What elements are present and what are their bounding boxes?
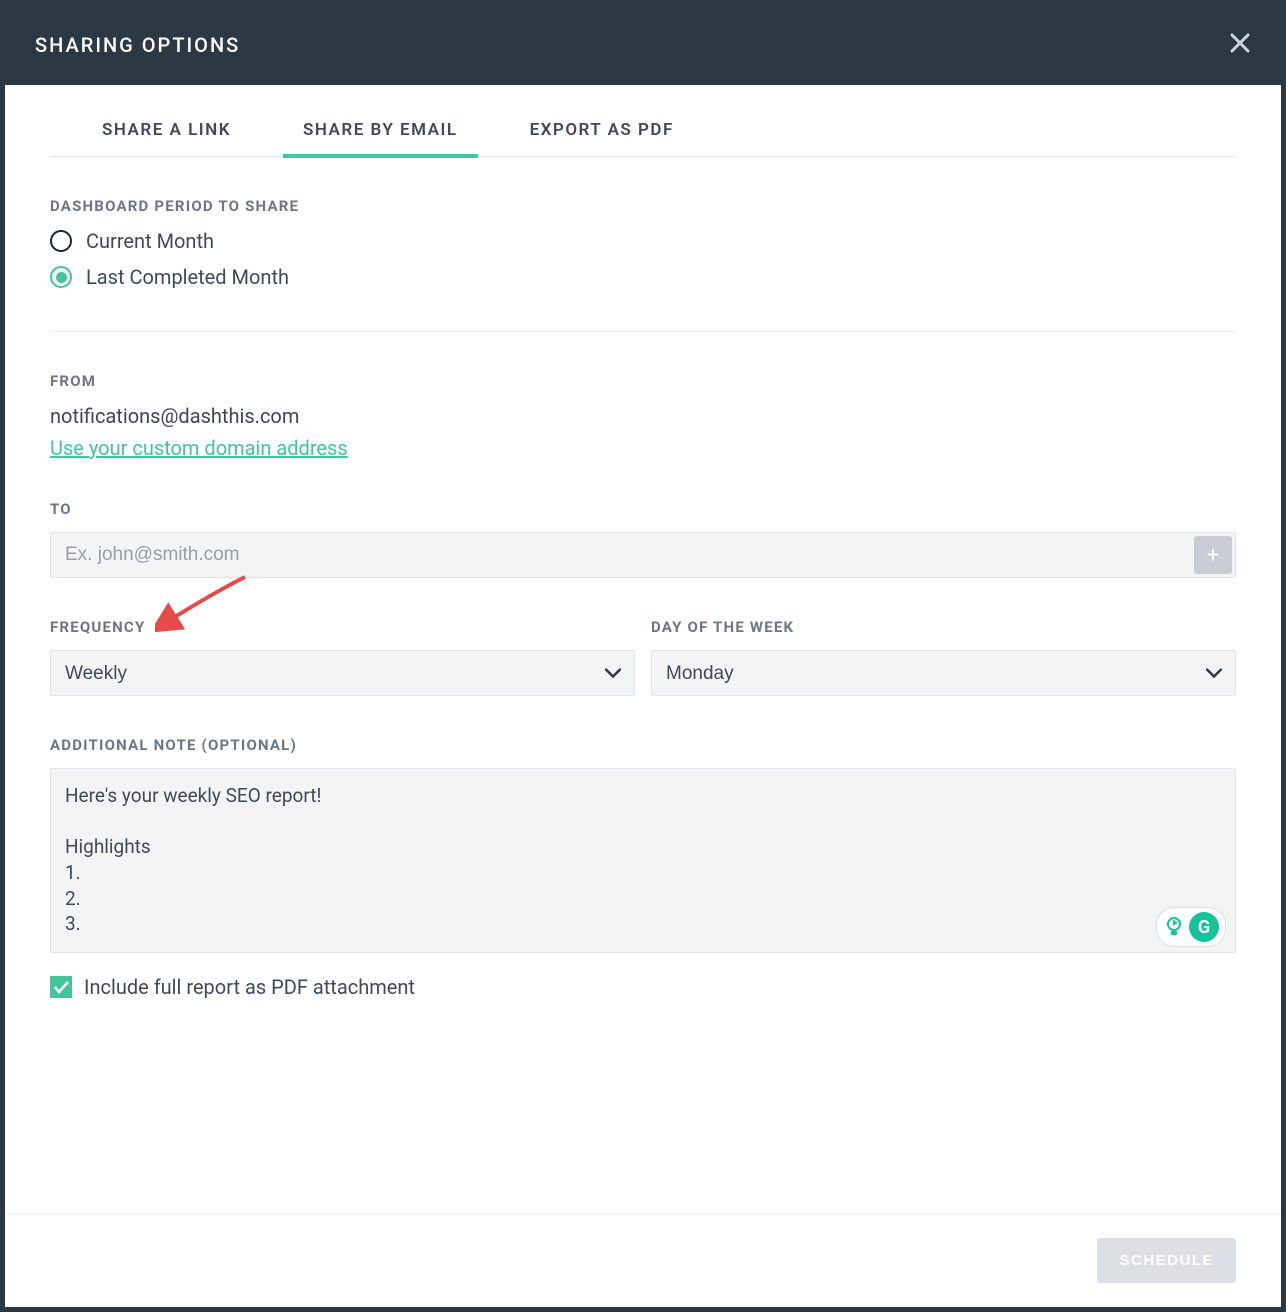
frequency-day-row: FREQUENCY Weekly DAY OF THE WEEK Monday xyxy=(50,578,1236,696)
radio-icon xyxy=(50,230,72,252)
day-label: DAY OF THE WEEK xyxy=(651,618,1236,636)
radio-label: Current Month xyxy=(86,229,214,253)
radio-current-month[interactable]: Current Month xyxy=(50,229,1236,253)
radio-icon xyxy=(50,266,72,288)
period-radio-group: Current Month Last Completed Month xyxy=(50,229,1236,289)
close-icon[interactable] xyxy=(1229,30,1251,60)
tab-export-pdf[interactable]: EXPORT AS PDF xyxy=(510,110,694,158)
schedule-button[interactable]: SCHEDULE xyxy=(1097,1238,1236,1283)
to-label: TO xyxy=(50,500,1236,518)
divider xyxy=(50,331,1236,332)
plus-icon: + xyxy=(1207,543,1219,568)
from-label: FROM xyxy=(50,372,1236,390)
dialog-title: SHARING OPTIONS xyxy=(35,33,240,57)
note-label: ADDITIONAL NOTE (OPTIONAL) xyxy=(50,736,1236,754)
lightbulb-icon xyxy=(1163,915,1185,939)
add-recipient-button[interactable]: + xyxy=(1194,536,1232,574)
period-label: DASHBOARD PERIOD TO SHARE xyxy=(50,197,1236,215)
grammarly-icon: G xyxy=(1189,912,1219,942)
day-select[interactable]: Monday xyxy=(651,650,1236,696)
from-email: notifications@dashthis.com xyxy=(50,404,1236,428)
note-textarea[interactable] xyxy=(50,768,1236,953)
radio-last-completed-month[interactable]: Last Completed Month xyxy=(50,265,1236,289)
tab-share-link[interactable]: SHARE A LINK xyxy=(82,110,251,158)
frequency-select[interactable]: Weekly xyxy=(50,650,635,696)
custom-domain-link[interactable]: Use your custom domain address xyxy=(50,436,348,460)
grammarly-widget[interactable]: G xyxy=(1156,907,1226,947)
to-row: + xyxy=(50,532,1236,578)
to-input[interactable] xyxy=(50,532,1236,578)
radio-label: Last Completed Month xyxy=(86,265,289,289)
tab-share-email[interactable]: SHARE BY EMAIL xyxy=(283,110,478,158)
checkbox-label: Include full report as PDF attachment xyxy=(84,975,415,999)
checkbox-icon xyxy=(50,976,72,998)
pdf-attachment-checkbox[interactable]: Include full report as PDF attachment xyxy=(50,975,1236,999)
dialog-header: SHARING OPTIONS xyxy=(5,5,1281,85)
frequency-label: FREQUENCY xyxy=(50,618,635,636)
dialog-footer: SCHEDULE xyxy=(5,1213,1281,1307)
dialog-content: SHARE A LINK SHARE BY EMAIL EXPORT AS PD… xyxy=(5,85,1281,1183)
tabs: SHARE A LINK SHARE BY EMAIL EXPORT AS PD… xyxy=(50,110,1236,157)
sharing-options-dialog: SHARING OPTIONS SHARE A LINK SHARE BY EM… xyxy=(5,5,1281,1307)
